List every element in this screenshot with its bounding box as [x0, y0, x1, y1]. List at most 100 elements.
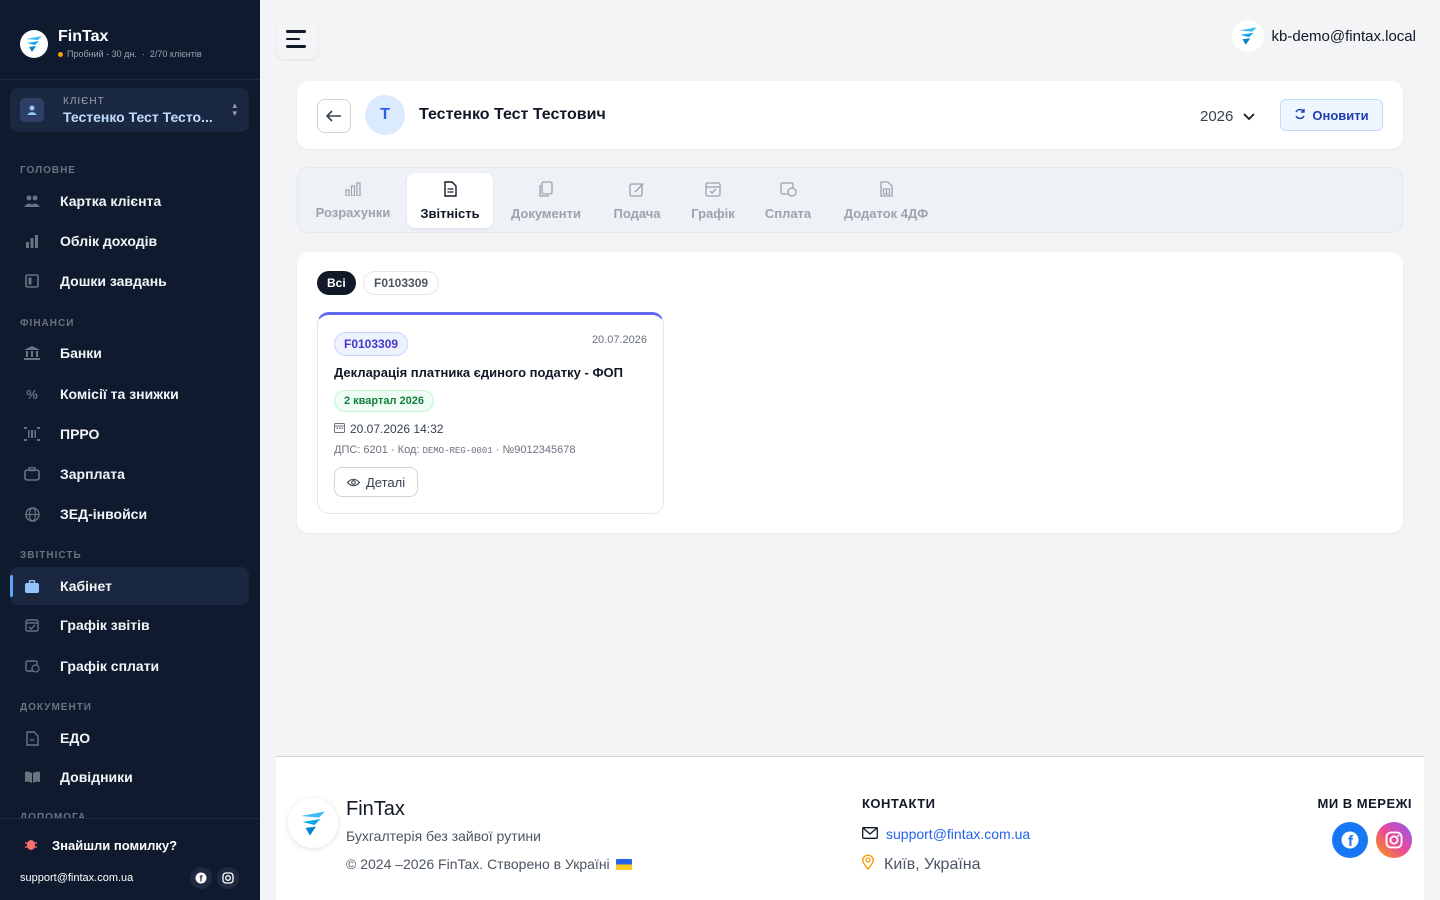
copy-icon	[539, 180, 553, 200]
filter-all-chip[interactable]: Всі	[317, 271, 356, 295]
chevron-down-icon	[1243, 108, 1256, 125]
sidebar-item-client-card[interactable]: Картка клієнта	[10, 182, 249, 220]
support-email-link[interactable]: support@fintax.com.ua	[20, 872, 133, 884]
refresh-label: Оновити	[1312, 107, 1369, 123]
sidebar-item-label: Графік сплати	[60, 658, 160, 674]
user-icon	[20, 98, 44, 122]
wallet-icon	[24, 466, 40, 482]
bug-icon	[24, 837, 38, 854]
calendar-check-icon	[24, 617, 40, 633]
board-icon	[24, 273, 40, 289]
mail-icon	[862, 826, 878, 842]
bar-chart-icon	[24, 233, 40, 249]
divider	[0, 79, 260, 80]
sidebar-item-commissions[interactable]: % Комісії та знижки	[10, 375, 249, 413]
sidebar-item-prro[interactable]: ПРРО	[10, 415, 249, 453]
year-value: 2026	[1200, 107, 1234, 125]
calendar-icon	[334, 422, 345, 436]
chevron-updown-icon: ▴ ▾	[232, 100, 237, 118]
brand-plan: Пробний - 30 дн. · 2/70 клієнтів	[58, 49, 202, 59]
sidebar-item-cabinet[interactable]: Кабінет	[10, 567, 249, 605]
footer-location: Київ, Україна	[862, 854, 981, 875]
back-button[interactable]	[317, 99, 351, 133]
details-button[interactable]: Деталі	[334, 467, 419, 497]
sidebar-item-reports-schedule[interactable]: Графік звітів	[10, 606, 249, 644]
client-full-name: Тестенко Тест Тестович	[419, 106, 606, 123]
calendar-check-icon	[705, 181, 721, 200]
tab-label: Документи	[511, 205, 581, 221]
fintax-logo-icon	[288, 798, 338, 848]
sidebar-item-label: Кабінет	[60, 578, 112, 594]
footer-tagline: Бухгалтерія без зайвої рутини	[346, 828, 541, 844]
menu-toggle-button[interactable]	[276, 19, 318, 59]
facebook-icon[interactable]: f	[1332, 822, 1368, 858]
sidebar-item-directories[interactable]: Довідники	[10, 758, 249, 796]
tab-label: Подача	[613, 205, 661, 221]
arrow-left-icon	[326, 110, 341, 122]
report-bug-label: Знайшли помилку?	[52, 838, 178, 853]
user-menu[interactable]: kb-demo@fintax.local	[1231, 20, 1416, 52]
tab-schedule[interactable]: Графік	[683, 173, 743, 228]
footer-copyright: © 2024 –2026 FinTax. Створено в Україні	[346, 856, 632, 872]
sidebar-item-payment-schedule[interactable]: Графік сплати	[10, 647, 249, 685]
tab-reporting[interactable]: Звітність	[407, 173, 493, 228]
user-email: kb-demo@fintax.local	[1271, 27, 1416, 45]
section-title: ДОКУМЕНТИ	[20, 702, 92, 713]
filter-form-chip[interactable]: F0103309	[363, 271, 440, 295]
report-datetime-text: 20.07.2026 14:32	[350, 422, 444, 436]
sidebar-item-boards[interactable]: Дошки завдань	[10, 262, 249, 300]
instagram-icon[interactable]	[1376, 822, 1412, 858]
brand[interactable]: FinTax Пробний - 30 дн. · 2/70 клієнтів	[20, 28, 202, 59]
section-title: ФІНАНСИ	[20, 318, 75, 329]
facebook-icon[interactable]: f	[190, 867, 212, 889]
sidebar-item-banks[interactable]: Банки	[10, 334, 249, 372]
tab-documents[interactable]: Документи	[504, 173, 588, 228]
contacts-title: КОНТАКТИ	[862, 796, 936, 811]
sidebar-item-salary[interactable]: Зарплата	[10, 455, 249, 493]
tab-submission[interactable]: Подача	[604, 173, 670, 228]
footer-brand-name: FinTax	[346, 798, 405, 820]
hamburger-icon	[286, 30, 306, 33]
client-selector[interactable]: КЛІЄНТ Тестенко Тест Тесто... ▴ ▾	[10, 88, 249, 132]
briefcase-icon	[24, 578, 40, 594]
sidebar-item-label: ПРРО	[60, 426, 100, 442]
section-title: ЗВІТНІСТЬ	[20, 550, 82, 561]
report-bug-link[interactable]: Знайшли помилку?	[24, 837, 177, 854]
tab-calculations[interactable]: Розрахунки	[310, 173, 396, 228]
tab-appendix-4df[interactable]: Додаток 4ДФ	[836, 173, 936, 228]
eye-icon	[346, 475, 361, 490]
report-datetime: 20.07.2026 14:32	[334, 422, 443, 436]
bank-icon	[24, 345, 40, 361]
period-badge: 2 квартал 2026	[334, 390, 435, 412]
report-card: F0103309 20.07.2026 Декларація платника …	[317, 312, 664, 514]
fintax-logo-icon	[20, 29, 48, 58]
tab-label: Додаток 4ДФ	[843, 205, 929, 221]
sidebar-item-label: ЗЕД-інвойси	[60, 506, 148, 522]
client-header: Т Тестенко Тест Тестович 2026 Оновити	[297, 81, 1403, 149]
year-select[interactable]: 2026	[1185, 99, 1273, 133]
sidebar: FinTax Пробний - 30 дн. · 2/70 клієнтів …	[0, 0, 260, 900]
barcode-icon	[24, 426, 40, 442]
tab-label: Графік	[691, 205, 735, 221]
sidebar-item-zed-invoices[interactable]: ЗЕД-інвойси	[10, 495, 249, 533]
footer-email-link[interactable]: support@fintax.com.ua	[862, 826, 1030, 842]
sidebar-item-label: Облік доходів	[60, 233, 158, 249]
sidebar-item-label: Банки	[60, 345, 102, 361]
bar-chart-icon	[345, 181, 361, 199]
sidebar-item-income[interactable]: Облік доходів	[10, 222, 249, 260]
section-tabs: Розрахунки Звітність Документи Подача Гр…	[297, 167, 1403, 233]
tab-label: Сплата	[764, 205, 812, 221]
document-icon	[443, 180, 457, 200]
sidebar-item-label: Зарплата	[60, 466, 125, 482]
plan-status-dot	[58, 51, 63, 57]
users-icon	[24, 193, 40, 209]
instagram-icon[interactable]	[217, 867, 239, 889]
refresh-button[interactable]: Оновити	[1280, 99, 1383, 131]
sidebar-item-edo[interactable]: ЕДО	[10, 719, 249, 757]
sidebar-item-label: Дошки завдань	[60, 273, 167, 289]
location-pin-icon	[862, 854, 874, 875]
sidebar-item-label: ЕДО	[60, 730, 91, 746]
brand-name: FinTax	[58, 28, 109, 45]
client-caption: КЛІЄНТ	[63, 95, 105, 107]
tab-payment[interactable]: Сплата	[758, 173, 818, 228]
